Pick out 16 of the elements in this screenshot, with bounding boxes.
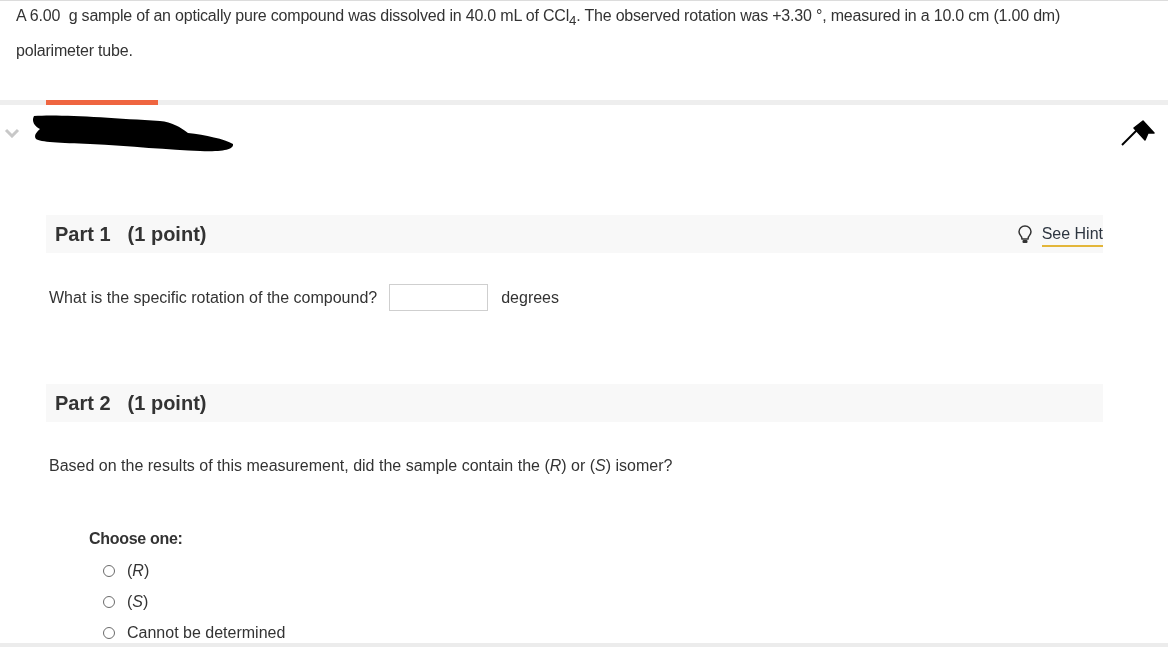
- lightbulb-icon: [1017, 224, 1032, 244]
- flag-icon[interactable]: [1121, 120, 1155, 146]
- part-title: Part 1: [55, 222, 111, 246]
- option-label[interactable]: Cannot be determined: [127, 623, 286, 643]
- option-label[interactable]: (S): [127, 592, 149, 612]
- part-points: (1 point): [127, 222, 207, 246]
- option-label[interactable]: (R): [127, 561, 150, 581]
- choose-prompt: Choose one:: [88, 529, 184, 549]
- see-hint-button[interactable]: See Hint: [1017, 221, 1103, 247]
- answer-field[interactable]: [389, 284, 489, 311]
- unit-label: degrees: [501, 288, 559, 307]
- question-text: Based on the results of this measurement, did the sample contain the (R) or (S) isomer?: [48, 456, 674, 476]
- question-text: What is the specific rotation of the compound?: [49, 287, 378, 308]
- problem-statement: A 6.00 g sample of an optically pure compound was dissolved in 40.0 mL of CCl$_{4}$. The observed rotation was +3.30 °, measured in a 10.0 cm (1.00 dm) polarimeter tube.: [15, 6, 1062, 61]
- part-title: Part 2: [55, 391, 111, 415]
- part-points: (1 point): [127, 391, 207, 415]
